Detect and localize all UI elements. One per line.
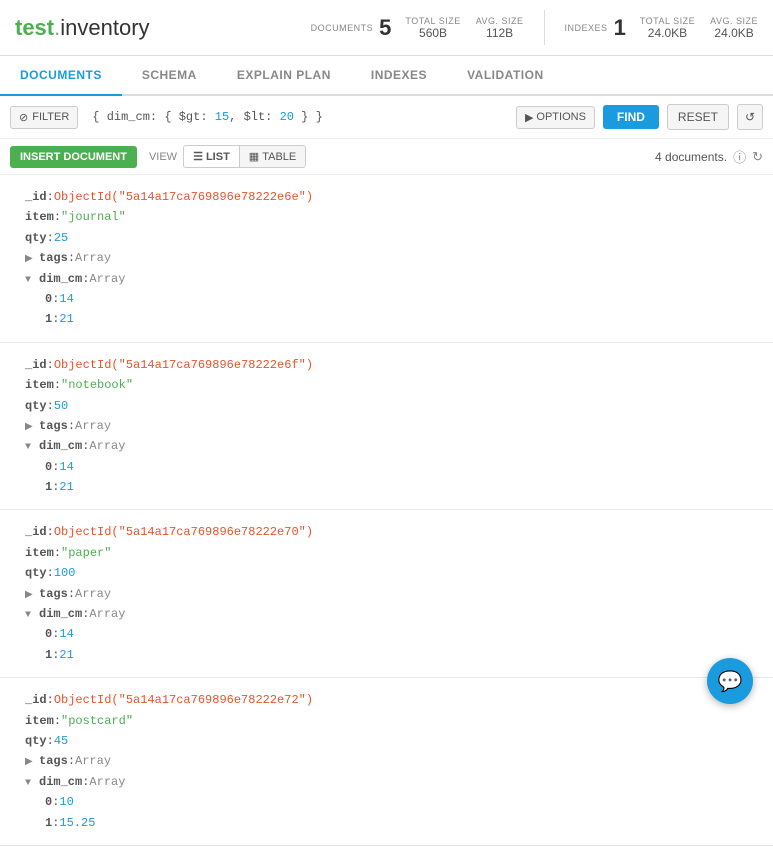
- field-item: item: "paper": [25, 543, 758, 563]
- action-right: 4 documents. ⓘ ↻: [655, 147, 763, 166]
- expand-tags[interactable]: ▶: [25, 587, 37, 599]
- field-item: item: "journal": [25, 207, 758, 227]
- idx-avg-size-label: AVG. SIZE: [710, 16, 758, 26]
- collapse-dim-cm[interactable]: ▼: [25, 775, 37, 787]
- collapse-dim-cm[interactable]: ▼: [25, 439, 37, 451]
- tab-explain-plan[interactable]: EXPLAIN PLAN: [217, 56, 351, 96]
- field-dim-0: 0: 14: [45, 624, 758, 644]
- documents-label: DOCUMENTS: [311, 23, 374, 33]
- list-icon: ☰: [193, 150, 203, 163]
- field-qty: qty: 50: [25, 396, 758, 416]
- chat-bubble[interactable]: 💬: [707, 658, 753, 704]
- field-dim-1: 1: 21: [45, 645, 758, 665]
- table-row: _id: ObjectId("5a14a17ca769896e78222e6e"…: [0, 175, 773, 343]
- table-icon: ▦: [249, 150, 259, 163]
- chat-icon: 💬: [718, 669, 743, 694]
- field-dim-cm: ▼dim_cm: Array: [25, 772, 758, 792]
- field-id: _id: ObjectId("5a14a17ca769896e78222e70"…: [25, 522, 758, 542]
- tabs: DOCUMENTS SCHEMA EXPLAIN PLAN INDEXES VA…: [0, 56, 773, 96]
- insert-document-button[interactable]: INSERT DOCUMENT: [10, 146, 137, 168]
- list-view-button[interactable]: ☰ LIST: [184, 146, 240, 167]
- field-dim-1: 1: 15.25: [45, 813, 758, 833]
- options-button[interactable]: ▶ OPTIONS: [516, 106, 595, 129]
- field-dim-cm: ▼dim_cm: Array: [25, 604, 758, 624]
- collapse-dim-cm[interactable]: ▼: [25, 607, 37, 619]
- field-id: _id: ObjectId("5a14a17ca769896e78222e6e"…: [25, 187, 758, 207]
- indexes-count: 1: [614, 15, 626, 41]
- idx-total-size-label: TOTAL SIZE: [640, 16, 695, 26]
- reset-button[interactable]: RESET: [667, 104, 729, 130]
- field-dim-1: 1: 21: [45, 477, 758, 497]
- table-row: _id: ObjectId("5a14a17ca769896e78222e72"…: [0, 678, 773, 846]
- refresh-icon[interactable]: ↻: [752, 149, 763, 165]
- idx-avg-size: 24.0KB: [714, 26, 753, 40]
- field-tags: ▶tags: Array: [25, 248, 758, 268]
- docs-avg-size: 112B: [486, 26, 513, 40]
- docs-total-size: 560B: [419, 26, 447, 40]
- history-button[interactable]: ↺: [737, 104, 763, 130]
- field-item: item: "notebook": [25, 375, 758, 395]
- tab-indexes[interactable]: INDEXES: [351, 56, 447, 96]
- view-toggle: ☰ LIST ▦ TABLE: [183, 145, 306, 168]
- documents-count: 5: [379, 15, 391, 41]
- filter-icon: ⊘: [19, 111, 28, 124]
- field-qty: qty: 45: [25, 731, 758, 751]
- tab-schema[interactable]: SCHEMA: [122, 56, 217, 96]
- field-dim-0: 0: 14: [45, 457, 758, 477]
- docs-total-size-label: TOTAL SIZE: [405, 16, 460, 26]
- tab-validation[interactable]: VALIDATION: [447, 56, 564, 96]
- expand-tags[interactable]: ▶: [25, 754, 37, 766]
- docs-avg-size-label: AVG. SIZE: [476, 16, 524, 26]
- field-id: _id: ObjectId("5a14a17ca769896e78222e6f"…: [25, 355, 758, 375]
- stat-divider: [544, 10, 545, 45]
- filter-toolbar: ⊘ FILTER { dim_cm: { $gt: 15, $lt: 20 } …: [0, 96, 773, 139]
- table-view-button[interactable]: ▦ TABLE: [240, 146, 305, 167]
- options-arrow: ▶: [525, 111, 533, 124]
- indexes-label: INDEXES: [565, 23, 608, 33]
- find-button[interactable]: FIND: [603, 105, 659, 129]
- field-tags: ▶tags: Array: [25, 751, 758, 771]
- expand-tags[interactable]: ▶: [25, 251, 37, 263]
- documents-list: _id: ObjectId("5a14a17ca769896e78222e6e"…: [0, 175, 773, 846]
- docs-size-details: TOTAL SIZE 560B AVG. SIZE 112B: [405, 16, 523, 40]
- table-row: _id: ObjectId("5a14a17ca769896e78222e6f"…: [0, 343, 773, 511]
- doc-count: 4 documents.: [655, 150, 727, 164]
- header: test.inventory DOCUMENTS 5 TOTAL SIZE 56…: [0, 0, 773, 56]
- filter-button[interactable]: ⊘ FILTER: [10, 106, 78, 129]
- field-id: _id: ObjectId("5a14a17ca769896e78222e72"…: [25, 690, 758, 710]
- collapse-dim-cm[interactable]: ▼: [25, 272, 37, 284]
- logo-test: test: [15, 15, 54, 40]
- logo: test.inventory: [15, 15, 150, 41]
- field-qty: qty: 100: [25, 563, 758, 583]
- indexes-stat: INDEXES 1 TOTAL SIZE 24.0KB AVG. SIZE 24…: [565, 15, 758, 41]
- view-label: VIEW: [149, 151, 177, 163]
- options-label: OPTIONS: [536, 111, 586, 123]
- filter-query-display: { dim_cm: { $gt: 15, $lt: 20 } }: [86, 106, 508, 128]
- field-tags: ▶tags: Array: [25, 584, 758, 604]
- field-dim-0: 0: 10: [45, 792, 758, 812]
- field-tags: ▶tags: Array: [25, 416, 758, 436]
- field-qty: qty: 25: [25, 228, 758, 248]
- field-item: item: "postcard": [25, 711, 758, 731]
- tab-documents[interactable]: DOCUMENTS: [0, 56, 122, 96]
- field-dim-0: 0: 14: [45, 289, 758, 309]
- filter-label: FILTER: [32, 111, 69, 123]
- idx-size-details: TOTAL SIZE 24.0KB AVG. SIZE 24.0KB: [640, 16, 758, 40]
- field-dim-cm: ▼dim_cm: Array: [25, 269, 758, 289]
- history-icon: ↺: [745, 110, 755, 124]
- list-label: LIST: [206, 151, 230, 163]
- expand-tags[interactable]: ▶: [25, 419, 37, 431]
- field-dim-cm: ▼dim_cm: Array: [25, 436, 758, 456]
- table-label: TABLE: [262, 151, 296, 163]
- table-row: _id: ObjectId("5a14a17ca769896e78222e70"…: [0, 510, 773, 678]
- documents-stat: DOCUMENTS 5 TOTAL SIZE 560B AVG. SIZE 11…: [311, 15, 524, 41]
- action-bar: INSERT DOCUMENT VIEW ☰ LIST ▦ TABLE 4 do…: [0, 139, 773, 175]
- info-icon[interactable]: ⓘ: [733, 147, 746, 166]
- action-left: INSERT DOCUMENT VIEW ☰ LIST ▦ TABLE: [10, 145, 306, 168]
- field-dim-1: 1: 21: [45, 309, 758, 329]
- idx-total-size: 24.0KB: [648, 26, 687, 40]
- logo-inventory: inventory: [60, 15, 149, 40]
